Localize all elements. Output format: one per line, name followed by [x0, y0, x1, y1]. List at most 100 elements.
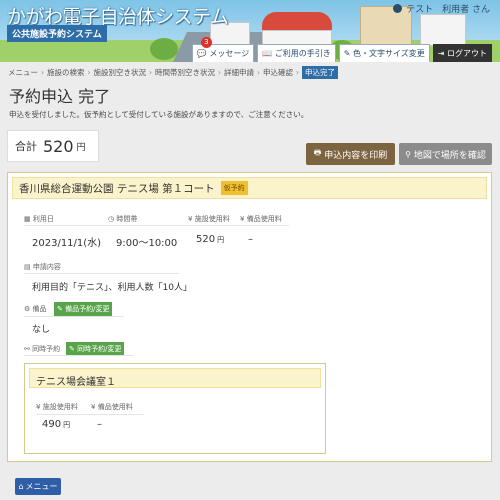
divider [24, 225, 289, 226]
simul-fee-amount: 490 [42, 419, 62, 430]
breadcrumb: メニュー › 施設の検索 › 施設別空き状況 › 時間帯別空き状況 › 詳細申請 › 申込… [8, 66, 338, 79]
simul-facility-name: テニス場会議室１ [29, 368, 321, 388]
map-button-label: 地図で場所を確認 [413, 150, 486, 161]
total-unit: 円 [76, 142, 86, 153]
breadcrumb-separator: › [218, 68, 221, 77]
menu-button-label: メニュー [25, 482, 58, 491]
pencil-icon: ✎ [57, 305, 63, 313]
simul-label: ⚯ 同時予約 [24, 344, 60, 354]
print-button[interactable]: 🖶 申込内容を印刷 [306, 143, 395, 165]
total-label: 合計 [15, 140, 37, 153]
breadcrumb-separator: › [257, 68, 260, 77]
equipment-change-label: 備品予約/変更 [65, 305, 110, 313]
logout-button[interactable]: ⇥ ログアウト [432, 44, 492, 62]
header-building [420, 14, 466, 46]
gear-icon: ⚙ [24, 305, 31, 313]
fee-value: 520 円 [196, 234, 224, 245]
simul-label-text: 同時予約 [32, 345, 61, 353]
breadcrumb-separator: › [296, 68, 299, 77]
link-icon: ⚯ [24, 345, 30, 353]
simul-fee-label: ¥ 施設使用料 [36, 402, 78, 412]
yen-icon: ¥ [188, 215, 193, 223]
page-title: 予約申込 完了 [9, 87, 111, 106]
simul-fee-value: 490 円 [42, 419, 70, 430]
provisional-tag: 仮予約 [220, 181, 248, 195]
user-name: テスト 利用者 さん [406, 5, 490, 15]
yen-icon: ¥ [240, 215, 245, 223]
time-value: 9:00～10:00 [116, 238, 178, 249]
breadcrumb-details[interactable]: 詳細申請 [224, 67, 254, 78]
display-settings-button[interactable]: ✎ 色・文字サイズ変更 [338, 44, 430, 62]
breadcrumb-confirm[interactable]: 申込確認 [263, 67, 293, 78]
printer-icon: 🖶 [313, 148, 322, 157]
breadcrumb-facility-availability[interactable]: 施設別空き状況 [94, 67, 147, 78]
date-value: 2023/11/1(水) [32, 238, 102, 249]
completion-notice: 申込を受付しました。仮予約として受付している施設がありますので、ご注意ください。 [9, 110, 309, 119]
message-button[interactable]: 💬 メッセージ 3 [191, 37, 255, 62]
breadcrumb-current: 申込完了 [302, 66, 338, 79]
fee-label: ¥ 施設使用料 [188, 214, 230, 224]
simul-equip-fee-label: ¥ 備品使用料 [91, 402, 133, 412]
reservation-card-header: 香川県総合運動公園 テニス場 第１コート 仮予約 [12, 177, 487, 199]
breadcrumb-menu[interactable]: メニュー [8, 67, 38, 78]
breadcrumb-time-availability[interactable]: 時間帯別空き状況 [155, 67, 215, 78]
simul-equip-fee-value: – [97, 419, 102, 430]
reservation-card: 香川県総合運動公園 テニス場 第１コート 仮予約 ▦ 利用日 ◷ 時間帯 ¥ 施… [7, 172, 492, 462]
time-label: ◷ 時間帯 [108, 214, 137, 224]
display-settings-label: 色・文字サイズ変更 [352, 49, 425, 58]
logout-icon: ⇥ [437, 49, 445, 58]
purpose-label: ▤ 申請内容 [24, 262, 61, 272]
print-button-label: 申込内容を印刷 [324, 150, 388, 161]
clock-icon: ◷ [108, 215, 115, 223]
simul-fee-unit: 円 [63, 421, 71, 429]
breadcrumb-separator: › [41, 68, 44, 77]
user-icon [393, 4, 403, 13]
pen-icon: ✎ [343, 49, 351, 58]
logout-label: ログアウト [447, 49, 487, 58]
equipment-label: ⚙ 備品 [24, 304, 47, 314]
simul-equip-fee-label-text: 備品使用料 [97, 403, 133, 411]
divider [24, 316, 124, 317]
breadcrumb-separator: › [87, 68, 91, 77]
yen-icon: ¥ [36, 403, 41, 411]
map-pin-icon: ⚲ [405, 149, 411, 159]
map-button[interactable]: ⚲ 地図で場所を確認 [399, 143, 492, 165]
equip-fee-label: ¥ 備品使用料 [240, 214, 282, 224]
breadcrumb-separator: › [149, 68, 152, 77]
fee-unit: 円 [217, 236, 225, 244]
time-label-text: 時間帯 [116, 215, 138, 223]
app-subtitle: 公共施設予約システム [7, 25, 107, 42]
equipment-value: なし [32, 325, 51, 335]
home-icon: ⌂ [18, 482, 24, 491]
guide-label: ご利用の手引き [274, 49, 331, 58]
total-box: 合計 520 円 [7, 130, 99, 162]
pencil-icon: ✎ [69, 345, 75, 353]
user-info[interactable]: テスト 利用者 さん [393, 2, 490, 15]
guide-button[interactable]: 📖 ご利用の手引き [257, 44, 336, 62]
total-value: 520 [43, 136, 74, 156]
divider [36, 414, 144, 415]
menu-button[interactable]: ⌂ メニュー [15, 478, 61, 495]
purpose-value: 利用目的「テニス」、利用人数「10人」 [32, 283, 192, 293]
equipment-change-button[interactable]: ✎ 備品予約/変更 [54, 302, 113, 316]
yen-icon: ¥ [91, 403, 96, 411]
header-red-roof [262, 12, 332, 32]
purpose-label-text: 申請内容 [32, 263, 61, 271]
equip-fee-label-text: 備品使用料 [246, 215, 282, 223]
header-toolbar: 💬 メッセージ 3 📖 ご利用の手引き ✎ 色・文字サイズ変更 ⇥ ログアウト [191, 37, 492, 62]
fee-label-text: 施設使用料 [194, 215, 230, 223]
book-icon: 📖 [262, 49, 273, 58]
header-tree [150, 38, 178, 60]
facility-name: 香川県総合運動公園 テニス場 第１コート [19, 182, 215, 195]
divider [24, 355, 134, 356]
app-header: かがわ電子自治体システム 公共施設予約システム テスト 利用者 さん 💬 メッセ… [0, 0, 500, 62]
divider [24, 273, 179, 274]
breadcrumb-search[interactable]: 施設の検索 [47, 67, 85, 78]
simul-fee-label-text: 施設使用料 [42, 403, 78, 411]
simul-change-button[interactable]: ✎ 同時予約/変更 [66, 342, 125, 356]
chat-icon: 💬 [196, 49, 207, 58]
message-badge: 3 [200, 37, 212, 48]
simul-change-label: 同時予約/変更 [77, 345, 122, 353]
fee-amount: 520 [196, 234, 216, 245]
message-label: メッセージ [209, 49, 250, 58]
